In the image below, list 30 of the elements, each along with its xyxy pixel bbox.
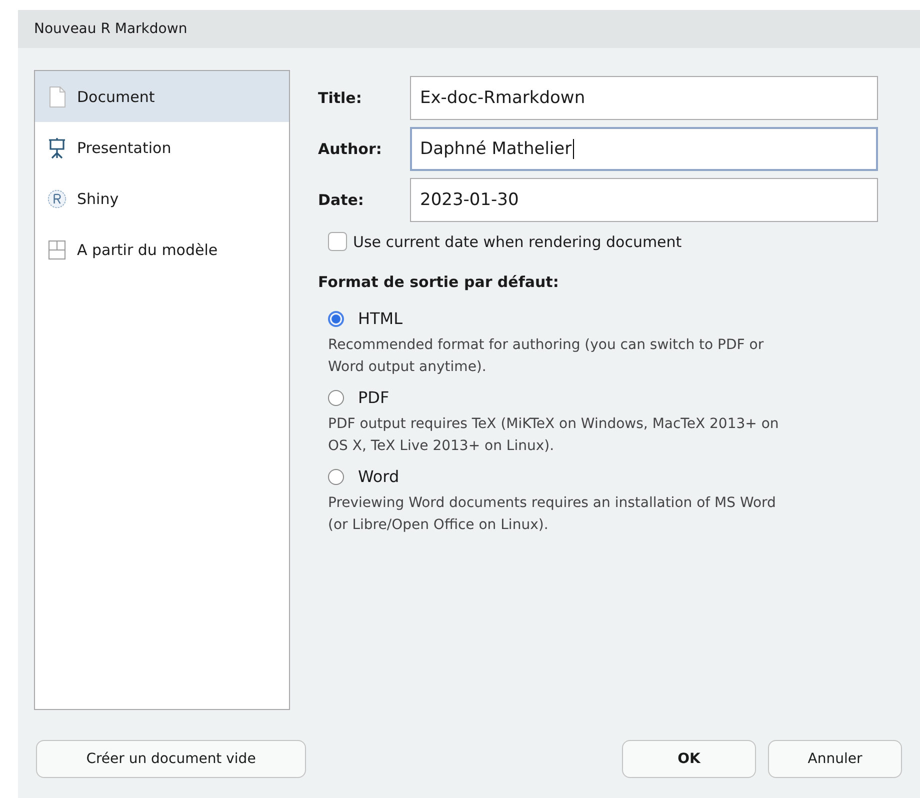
sidebar-item[interactable]: A partir du modèle — [35, 224, 289, 275]
text-field[interactable]: Daphné Mathelier — [410, 127, 878, 171]
option-description: PDF output requires TeX (MiKTeX on Windows, MacTeX 2013+ on OS X, TeX Live 2013+ on Linux). — [328, 415, 780, 456]
text-field[interactable]: 2023-01-30 — [410, 178, 878, 222]
option-description: Previewing Word documents requires an installation of MS Word (or Libre/Open Office on Linux). — [328, 494, 777, 535]
template-icon — [47, 238, 67, 260]
sidebar-item[interactable]: Presentation — [35, 122, 289, 173]
radio-button[interactable] — [328, 310, 344, 326]
create-empty-document-button[interactable]: Créer un document vide — [36, 740, 306, 778]
text-field[interactable]: Ex-doc-Rmarkdown — [410, 76, 878, 120]
radio-button[interactable] — [328, 390, 344, 406]
radio-button[interactable] — [328, 468, 344, 484]
field-label: Author: — [318, 140, 383, 158]
field-label: Title: — [318, 89, 363, 107]
document-icon — [47, 86, 67, 108]
r-logo-icon — [47, 188, 67, 210]
checkbox-label: Use current date when rendering document — [353, 232, 682, 250]
radio-label: HTML — [358, 309, 403, 328]
radio-label: Word — [358, 467, 400, 486]
sidebar-item[interactable]: Document — [35, 71, 289, 122]
option-description: Recommended format for authoring (you can switch to PDF or Word output anytime). — [328, 336, 765, 377]
cancel-button[interactable]: Annuler — [768, 740, 902, 778]
section-heading: Format de sortie par défaut: — [318, 273, 560, 291]
sidebar-item[interactable]: Shiny — [35, 173, 289, 224]
window-title: Nouveau R Markdown — [34, 21, 188, 37]
checkbox[interactable] — [328, 232, 347, 251]
field-label: Date: — [318, 191, 365, 209]
ok-button[interactable]: OK — [622, 740, 756, 778]
radio-label: PDF — [358, 388, 390, 407]
easel-icon — [47, 136, 67, 158]
